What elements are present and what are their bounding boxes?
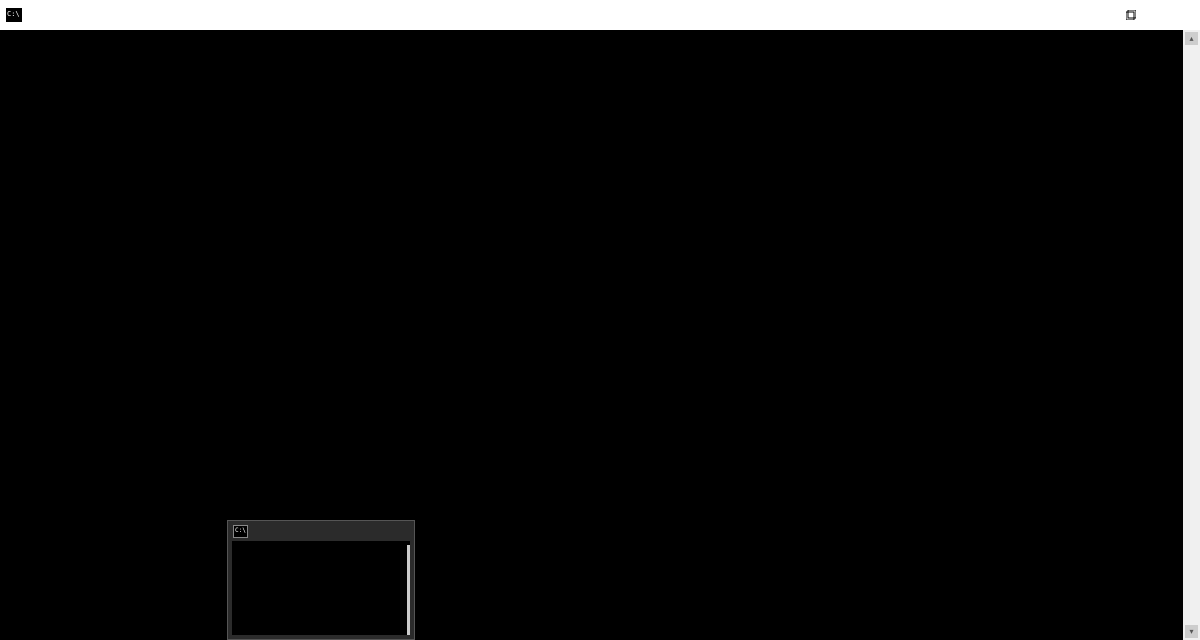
terminal-output[interactable] — [0, 30, 1200, 640]
preview-scrollbar — [407, 545, 410, 635]
maximize-icon — [1126, 10, 1136, 20]
scroll-up-icon[interactable]: ▴ — [1185, 32, 1198, 45]
maximize-button[interactable] — [1108, 0, 1154, 30]
preview-title-bar — [228, 521, 414, 541]
vertical-scrollbar[interactable]: ▴ ▾ — [1183, 30, 1200, 640]
preview-app-icon — [234, 526, 247, 537]
minimize-button[interactable] — [1062, 0, 1108, 30]
app-icon — [6, 8, 22, 22]
scroll-down-icon[interactable]: ▾ — [1185, 625, 1198, 638]
title-bar — [0, 0, 1200, 30]
preview-body — [232, 541, 410, 635]
close-button[interactable] — [1154, 0, 1200, 30]
taskbar-preview[interactable] — [227, 520, 415, 640]
